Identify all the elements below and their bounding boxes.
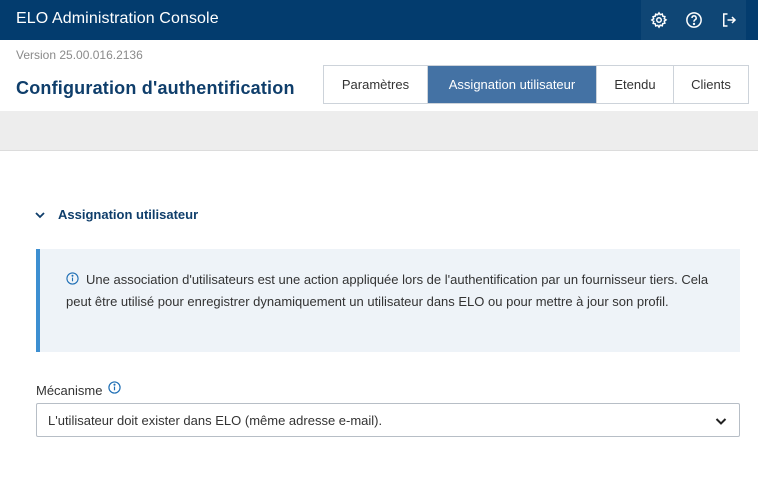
tab-etendu[interactable]: Etendu xyxy=(596,66,673,103)
info-icon xyxy=(66,272,79,285)
info-box: Une association d'utilisateurs est une a… xyxy=(36,249,740,352)
tab-clients[interactable]: Clients xyxy=(673,66,748,103)
toolbar-strip xyxy=(0,111,758,151)
info-text: Une association d'utilisateurs est une a… xyxy=(66,272,709,309)
tab-assignation-utilisateur[interactable]: Assignation utilisateur xyxy=(427,66,596,103)
chevron-down-icon xyxy=(35,211,45,218)
topbar-icon-group xyxy=(641,0,746,40)
page-title: Configuration d'authentification xyxy=(16,78,295,98)
section-toggle[interactable]: Assignation utilisateur xyxy=(34,207,198,222)
top-bar: ELO Administration Console xyxy=(0,0,758,40)
mechanism-label: Mécanisme xyxy=(36,381,122,398)
mechanism-label-text: Mécanisme xyxy=(36,383,103,398)
tab-parametres[interactable]: Paramètres xyxy=(324,66,427,103)
help-icon[interactable] xyxy=(683,9,705,31)
app-title: ELO Administration Console xyxy=(16,10,219,27)
logout-icon[interactable] xyxy=(718,9,740,31)
mechanism-selected-value: L'utilisateur doit exister dans ELO (mêm… xyxy=(48,412,383,428)
version-label: Version 25.00.016.2136 xyxy=(16,48,143,62)
tab-bar: Paramètres Assignation utilisateur Etend… xyxy=(323,65,749,104)
section-title: Assignation utilisateur xyxy=(58,207,199,222)
chevron-down-icon xyxy=(715,418,727,425)
gear-icon[interactable] xyxy=(648,9,670,31)
mechanism-select[interactable]: L'utilisateur doit exister dans ELO (mêm… xyxy=(36,403,740,437)
info-icon[interactable] xyxy=(108,381,122,394)
